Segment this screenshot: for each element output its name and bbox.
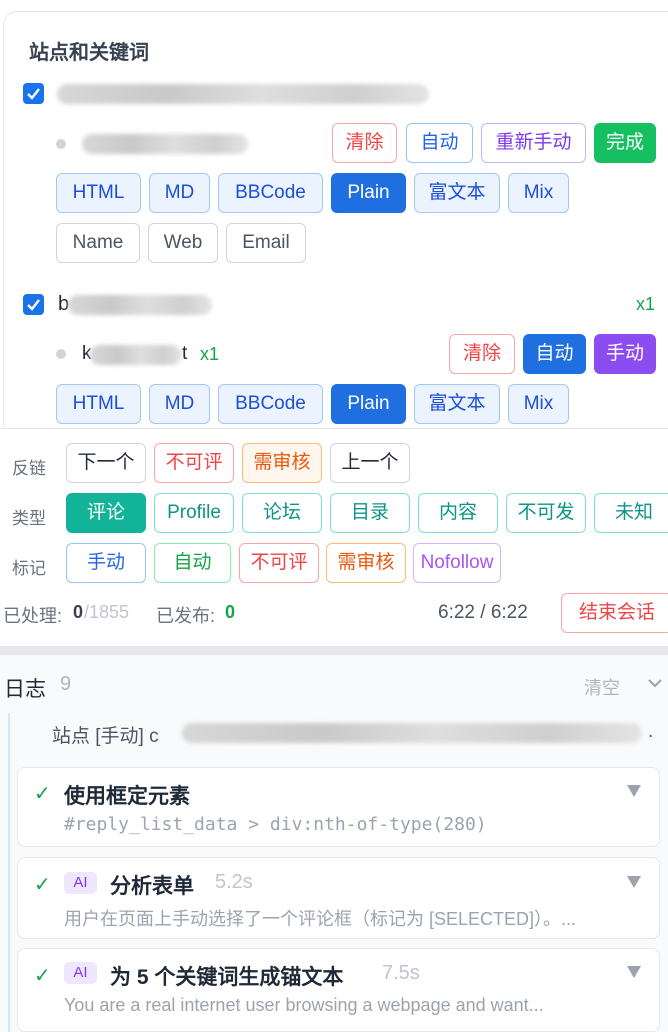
mark-label: 标记 [12, 559, 46, 578]
format-mix-button[interactable]: Mix [508, 173, 569, 213]
site-2-checkbox[interactable] [23, 294, 44, 315]
log-entry-title: 分析表单 [110, 875, 194, 898]
mark-nofollow-button[interactable]: Nofollow [413, 543, 501, 583]
log-site-line: 站点 [手动] c [52, 726, 159, 747]
format-richtext-button[interactable]: 富文本 [414, 173, 500, 213]
log-site-line-end: . [648, 721, 654, 742]
type-label: 类型 [12, 509, 46, 528]
auto-button[interactable]: 自动 [523, 334, 586, 374]
clear-button[interactable]: 清除 [332, 123, 397, 163]
manual-button[interactable]: 手动 [594, 334, 656, 374]
log-entry-duration: 7.5s [382, 962, 420, 984]
expand-triangle-icon[interactable] [627, 966, 641, 978]
check-icon: ✓ [34, 874, 51, 896]
needs-review-button[interactable]: 需审核 [242, 443, 322, 483]
site-2-name-redacted [68, 295, 212, 315]
mark-auto-button[interactable]: 自动 [154, 543, 231, 583]
log-count: 9 [60, 673, 72, 695]
check-icon: ✓ [34, 783, 51, 805]
log-clear-button[interactable]: 清空 [584, 674, 620, 700]
remanual-button[interactable]: 重新手动 [481, 123, 586, 163]
type-unknown-button[interactable]: 未知 [594, 493, 668, 533]
expand-triangle-icon[interactable] [627, 876, 641, 888]
site-1-name-redacted [57, 84, 429, 104]
keyword-2-count: x1 [200, 344, 220, 364]
log-entry-detail: You are a real internet user browsing a … [64, 995, 544, 1015]
published-count: 0 [225, 602, 236, 622]
auto-button[interactable]: 自动 [406, 123, 473, 163]
section-divider [0, 646, 668, 655]
log-entry-title: 为 5 个关键词生成锚文本 [110, 966, 344, 989]
expand-triangle-icon[interactable] [627, 785, 641, 797]
mark-not-commentable-button[interactable]: 不可评 [239, 543, 319, 583]
field-web-button[interactable]: Web [148, 223, 218, 263]
processed-total: /1855 [84, 602, 130, 622]
format-html-button[interactable]: HTML [56, 173, 141, 213]
format-md-button[interactable]: MD [149, 173, 210, 213]
format-md-button[interactable]: MD [149, 384, 210, 424]
log-title: 日志 [4, 678, 46, 701]
format-bbcode-button[interactable]: BBCode [218, 384, 323, 424]
clear-button[interactable]: 清除 [449, 334, 515, 374]
log-timeline-line [8, 713, 10, 1032]
format-bbcode-button[interactable]: BBCode [218, 173, 323, 213]
log-entry-duration: 5.2s [215, 871, 253, 893]
field-email-button[interactable]: Email [226, 223, 306, 263]
format-plain-button[interactable]: Plain [331, 173, 406, 213]
panel-title: 站点和关键词 [29, 42, 149, 64]
not-commentable-button[interactable]: 不可评 [154, 443, 234, 483]
log-entry-title: 使用框定元素 [64, 785, 190, 808]
keyword-2-suffix: t [182, 343, 188, 364]
done-button[interactable]: 完成 [594, 123, 656, 163]
ai-badge: AI [64, 962, 97, 984]
keyword-2-redacted [90, 345, 182, 365]
mark-manual-button[interactable]: 手动 [66, 543, 146, 583]
format-mix-button[interactable]: Mix [508, 384, 569, 424]
keyword-bullet [56, 139, 66, 149]
type-comment-button[interactable]: 评论 [66, 493, 146, 533]
ai-badge: AI [64, 872, 97, 894]
keyword-1-redacted [82, 134, 248, 154]
format-richtext-button[interactable]: 富文本 [414, 384, 500, 424]
published-label: 已发布: [156, 606, 216, 626]
next-button[interactable]: 下一个 [66, 443, 146, 483]
format-plain-button[interactable]: Plain [331, 384, 406, 424]
previous-button[interactable]: 上一个 [330, 443, 410, 483]
end-session-button[interactable]: 结束会话 [561, 593, 668, 633]
mark-needs-review-button[interactable]: 需审核 [326, 543, 406, 583]
processed-label: 已处理: [3, 606, 63, 626]
type-profile-button[interactable]: Profile [154, 493, 234, 533]
keyword-bullet [56, 349, 66, 359]
type-content-button[interactable]: 内容 [418, 493, 498, 533]
log-site-url-redacted [182, 723, 642, 743]
site-1-checkbox[interactable] [23, 83, 44, 104]
type-unpostable-button[interactable]: 不可发 [506, 493, 586, 533]
check-icon: ✓ [34, 965, 51, 987]
log-entry-detail: #reply_list_data > div:nth-of-type(280) [64, 814, 487, 835]
type-forum-button[interactable]: 论坛 [242, 493, 322, 533]
backlink-label: 反链 [12, 459, 46, 478]
collapse-chevron-icon[interactable] [646, 676, 664, 695]
session-time: 6:22 / 6:22 [438, 602, 528, 623]
site-2-count: x1 [636, 294, 656, 314]
type-directory-button[interactable]: 目录 [330, 493, 410, 533]
format-html-button[interactable]: HTML [56, 384, 141, 424]
field-name-button[interactable]: Name [56, 223, 140, 263]
processed-count: 0 [73, 602, 84, 622]
log-entry-detail: 用户在页面上手动选择了一个评论框（标记为 [SELECTED]）。... [64, 909, 577, 929]
